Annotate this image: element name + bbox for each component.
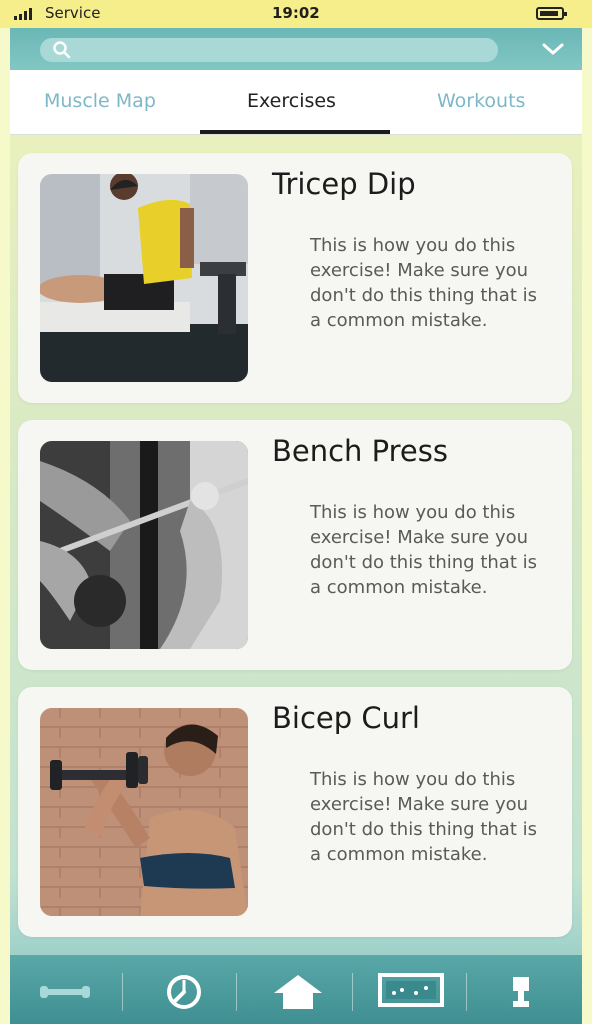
exercise-description: This is how you do this exercise! Make s… (310, 769, 537, 865)
bottom-nav (10, 955, 582, 1024)
exercise-title: Bicep Curl (272, 701, 420, 735)
exercise-description: This is how you do this exercise! Make s… (310, 235, 537, 331)
top-bar (10, 28, 582, 70)
tab-workouts[interactable]: Workouts (437, 90, 525, 112)
status-bar: Service 19:02 (0, 0, 592, 28)
exercise-description: This is how you do this exercise! Make s… (310, 502, 537, 598)
trophy-icon[interactable] (508, 971, 534, 1011)
exercise-title: Tricep Dip (272, 167, 416, 201)
home-icon[interactable] (270, 971, 326, 1011)
carrier-label: Service (45, 4, 101, 22)
search-input[interactable] (40, 38, 498, 62)
exercise-list: Tricep Dip This is how you do this exerc… (10, 135, 582, 955)
chevron-down-icon[interactable] (540, 38, 566, 60)
timer-icon[interactable] (162, 971, 206, 1011)
bench-press-photo (40, 441, 248, 649)
status-time: 19:02 (272, 4, 320, 22)
nav-divider (236, 973, 237, 1011)
tab-bar: Muscle Map Exercises Workouts (10, 70, 582, 135)
exercise-card[interactable]: Tricep Dip This is how you do this exerc… (18, 153, 572, 403)
bicep-curl-photo (40, 708, 248, 916)
battery-icon (536, 7, 567, 20)
nav-divider (352, 973, 353, 1011)
tab-muscle-map[interactable]: Muscle Map (44, 90, 156, 112)
search-icon (53, 41, 71, 59)
active-tab-indicator (200, 130, 390, 134)
nav-divider (466, 973, 467, 1011)
nav-divider (122, 973, 123, 1011)
signal-icon (14, 7, 32, 20)
dumbbell-icon[interactable] (38, 971, 92, 1011)
exercise-card[interactable]: Bicep Curl This is how you do this exerc… (18, 687, 572, 937)
exercise-card[interactable]: Bench Press This is how you do this exer… (18, 420, 572, 670)
tab-exercises[interactable]: Exercises (247, 90, 336, 112)
app-screen: Service 19:02 Muscle Map Exercises Worko… (0, 0, 592, 1024)
exercise-title: Bench Press (272, 434, 448, 468)
scoreboard-icon[interactable] (376, 971, 446, 1011)
tricep-dip-photo (40, 174, 248, 382)
